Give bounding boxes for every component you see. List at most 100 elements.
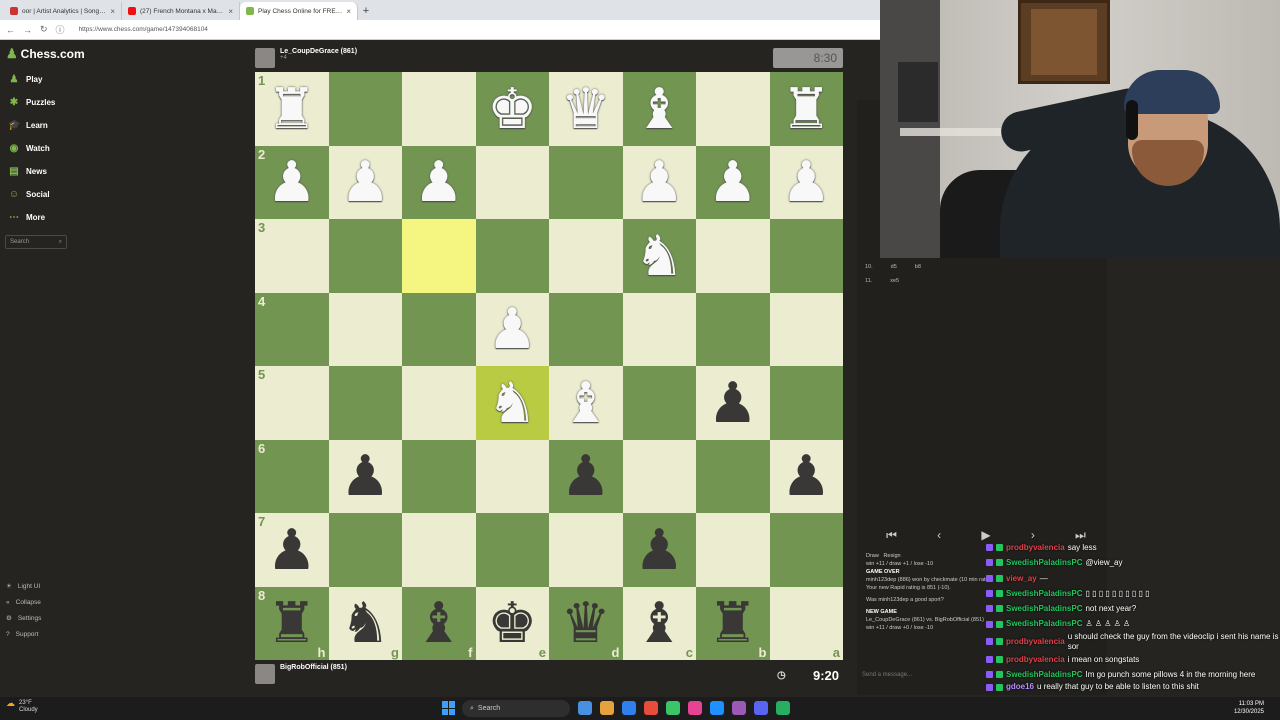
black-rook-icon[interactable]: ♜ [267, 595, 317, 651]
board-square[interactable]: f ♝ [402, 586, 476, 660]
board-square[interactable]: ♟ [622, 513, 696, 587]
chat-username[interactable]: prodbyvalencia [1006, 652, 1065, 667]
board-square[interactable]: e ♚ [475, 586, 549, 660]
move-row[interactable]: 10. d5 b8 [857, 260, 1107, 274]
white-knight-icon[interactable]: ♞ [634, 227, 684, 284]
board-square[interactable] [549, 292, 623, 366]
board-square[interactable]: 1 ♜ [255, 72, 329, 146]
board-square[interactable]: g ♞ [328, 586, 402, 660]
board-square[interactable] [696, 439, 770, 513]
board-square[interactable]: ♟ [696, 145, 770, 219]
board-square[interactable] [328, 513, 402, 587]
board-square[interactable] [622, 292, 696, 366]
board-square[interactable] [769, 292, 843, 366]
board-square[interactable] [769, 219, 843, 293]
board-square[interactable]: 3 [255, 219, 329, 293]
board-square[interactable] [549, 145, 623, 219]
board-square[interactable]: ♚ [475, 72, 549, 146]
board-square[interactable] [696, 72, 770, 146]
sidebar-item-more[interactable]: ⋯ More [0, 206, 72, 229]
board-square[interactable] [696, 292, 770, 366]
board-square[interactable]: 4 [255, 292, 329, 366]
taskbar-app-icon[interactable] [732, 701, 746, 715]
black-knight-icon[interactable]: ♞ [340, 595, 390, 651]
white-pawn-icon[interactable]: ♟ [340, 154, 390, 210]
taskbar-app-icon[interactable] [776, 701, 790, 715]
board-square[interactable]: ♜ [769, 72, 843, 146]
board-square[interactable]: ♛ [549, 72, 623, 146]
black-pawn-icon[interactable]: ♟ [781, 448, 831, 504]
chat-username[interactable]: SwedishPaladinsPC [1006, 616, 1082, 631]
send-message-input[interactable]: Send a message... [862, 672, 912, 678]
black-pawn-icon[interactable]: ♟ [561, 448, 611, 504]
board-square[interactable]: 7 ♟ [255, 513, 329, 587]
board-square[interactable]: ♟ [622, 145, 696, 219]
back-icon[interactable]: ← [6, 25, 15, 35]
white-pawn-icon[interactable]: ♟ [414, 154, 464, 210]
board-square[interactable] [402, 72, 476, 146]
board-square[interactable]: b ♜ [696, 586, 770, 660]
close-icon[interactable]: × [228, 7, 233, 16]
board-square[interactable]: ♝ [549, 366, 623, 440]
white-rook-icon[interactable]: ♜ [267, 80, 317, 137]
chat-username[interactable]: prodbyvalencia [1006, 540, 1065, 555]
white-pawn-icon[interactable]: ♟ [267, 154, 317, 210]
system-clock[interactable]: 11:03 PM 12/30/2025 [1234, 700, 1264, 716]
sidebar-bottom-collapse[interactable]: « Collapse [0, 594, 72, 610]
forward-icon[interactable]: → [23, 25, 32, 35]
board-square[interactable] [475, 145, 549, 219]
taskbar-app-icon[interactable] [622, 701, 636, 715]
reload-icon[interactable]: ↻ [40, 24, 48, 35]
board-square[interactable]: ♟ [328, 439, 402, 513]
sidebar-bottom-support[interactable]: ? Support [0, 626, 72, 642]
board-square[interactable] [696, 219, 770, 293]
taskbar-search[interactable]: ⌕ Search [462, 700, 570, 717]
white-move[interactable]: d5 [891, 264, 897, 270]
white-rook-icon[interactable]: ♜ [781, 80, 831, 137]
board-square[interactable] [402, 439, 476, 513]
sidebar-item-social[interactable]: ☺ Social [0, 183, 72, 206]
chat-username[interactable]: SwedishPaladinsPC [1006, 586, 1082, 601]
windows-start-icon[interactable] [442, 701, 456, 715]
white-pawn-icon[interactable]: ♟ [708, 154, 758, 210]
bottom-player-name[interactable]: BigRobOfficial (851) [280, 664, 347, 671]
board-square[interactable]: 6 [255, 439, 329, 513]
board-square[interactable]: ♝ [622, 72, 696, 146]
sidebar-bottom-light-ui[interactable]: ☀ Light UI [0, 578, 72, 594]
new-tab-button[interactable]: + [358, 2, 374, 20]
top-player-name[interactable]: Le_CoupDeGrace (861) [280, 48, 357, 55]
taskbar-app-icon[interactable] [710, 701, 724, 715]
board-square[interactable] [328, 292, 402, 366]
board-square[interactable]: a [769, 586, 843, 660]
resign-button[interactable]: Resign [883, 553, 900, 559]
browser-tab[interactable]: oor | Artist Analytics | Songstats × [4, 2, 122, 20]
sidebar-item-news[interactable]: ▤ News [0, 160, 72, 183]
board-square[interactable] [769, 513, 843, 587]
address-bar[interactable]: ← → ↻ ⓘ https://www.chess.com/game/14739… [0, 20, 880, 40]
black-bishop-icon[interactable]: ♝ [634, 595, 684, 651]
weather-widget[interactable]: ☁ 23°F Cloudy [6, 699, 38, 714]
browser-tab[interactable]: (27) French Montana x Max B × [122, 2, 240, 20]
board-square[interactable] [328, 219, 402, 293]
taskbar-app-icon[interactable] [688, 701, 702, 715]
first-move-button[interactable]: ⏮ [886, 528, 897, 543]
white-move[interactable]: xe5 [890, 278, 899, 284]
prev-move-button[interactable]: ‹ [937, 528, 941, 542]
board-square[interactable] [622, 439, 696, 513]
sidebar-search[interactable]: Search ⌕ [5, 235, 67, 249]
black-king-icon[interactable]: ♚ [487, 595, 537, 651]
white-pawn-icon[interactable]: ♟ [634, 154, 684, 210]
black-queen-icon[interactable]: ♛ [561, 595, 611, 651]
sidebar-item-learn[interactable]: 🎓 Learn [0, 114, 72, 137]
board-square[interactable] [475, 439, 549, 513]
taskbar-app-icon[interactable] [754, 701, 768, 715]
black-pawn-icon[interactable]: ♟ [340, 448, 390, 504]
close-icon[interactable]: × [110, 7, 115, 16]
move-row[interactable]: 11. xe5 [857, 274, 1107, 288]
taskbar-app-icon[interactable] [644, 701, 658, 715]
board-square[interactable]: c ♝ [622, 586, 696, 660]
board-square[interactable]: 5 [255, 366, 329, 440]
sidebar-item-puzzles[interactable]: ✱ Puzzles [0, 91, 72, 114]
board-square[interactable]: ♟ [402, 145, 476, 219]
black-pawn-icon[interactable]: ♟ [267, 521, 317, 578]
